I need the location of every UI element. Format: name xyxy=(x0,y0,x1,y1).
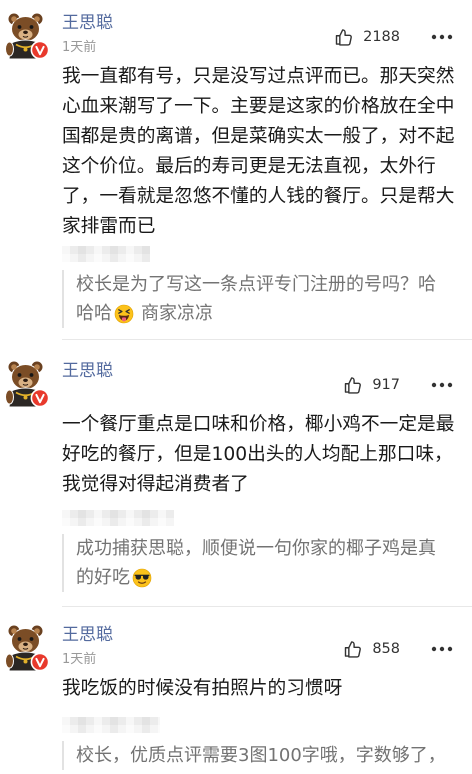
comment-text-line: 家排雷而已 xyxy=(62,216,156,237)
author-name[interactable]: 王思聪 xyxy=(62,11,113,35)
comment-text-line: 国都是贵的离谱，但是菜确实太一般了，对不起 xyxy=(62,126,455,147)
thumbs-up-icon xyxy=(334,27,354,47)
reply-preview[interactable]: 校长是为了写这一条点评专门注册的号吗？哈 哈哈 商家凉凉 xyxy=(62,270,467,328)
avatar[interactable] xyxy=(3,358,51,408)
like-button[interactable]: 917 xyxy=(343,374,400,396)
like-count: 2188 xyxy=(363,29,400,45)
redacted-username[interactable] xyxy=(62,246,150,262)
comment-text-line: 我觉得对得起消费者了 xyxy=(62,474,249,495)
redacted-username[interactable] xyxy=(62,717,160,733)
comment-text-line: 我吃饭的时候没有拍照片的习惯呀 xyxy=(62,678,343,699)
like-button[interactable]: 2188 xyxy=(334,26,400,48)
reply-text-segment: 哈哈 xyxy=(76,303,112,324)
reply-text-line: 成功捕获思聪，顺便说一句你家的椰子鸡是真 xyxy=(76,538,436,559)
avatar[interactable] xyxy=(3,10,51,60)
comment-divider xyxy=(62,606,472,607)
comment-divider xyxy=(62,339,472,340)
comment-text-line: 心血来潮写了一下。主要是这家的价格放在全中 xyxy=(62,96,455,117)
reply-text-segment: 的好吃 xyxy=(76,567,130,588)
comment-text[interactable]: 我吃饭的时候没有拍照片的习惯呀 xyxy=(62,674,467,704)
thumbs-up-icon xyxy=(343,639,363,659)
verified-badge-icon xyxy=(30,40,50,60)
comment-text[interactable]: 一个餐厅重点是口味和价格，椰小鸡不一定是最 好吃的餐厅，但是100出头的人均配上… xyxy=(62,410,467,500)
comment-time: 1天前 xyxy=(62,40,97,55)
thumbs-up-icon xyxy=(343,375,363,395)
comment-time: 1天前 xyxy=(62,652,97,667)
avatar[interactable] xyxy=(3,622,51,672)
comment-content: 我一直都有号，只是没写过点评而已。那天突然 心血来潮写了一下。主要是这家的价格放… xyxy=(62,62,467,328)
reply-text-line: 的好吃 xyxy=(76,563,467,592)
comment-text-line: 好吃的餐厅，但是100出头的人均配上那口味， xyxy=(62,444,453,465)
comment-item: 王思聪 917 一个餐厅重点是口味和价格，椰小鸡不一定是最 好吃的餐厅，但是10… xyxy=(0,348,472,606)
redacted-username[interactable] xyxy=(62,510,174,526)
comment-content: 一个餐厅重点是口味和价格，椰小鸡不一定是最 好吃的餐厅，但是100出头的人均配上… xyxy=(62,410,467,592)
comment-text[interactable]: 我一直都有号，只是没写过点评而已。那天突然 心血来潮写了一下。主要是这家的价格放… xyxy=(62,62,467,242)
comment-text-line: 我一直都有号，只是没写过点评而已。那天突然 xyxy=(62,66,455,87)
comment-text-line: 这个价位。最后的寿司更是无法直视，太外行 xyxy=(62,156,436,177)
reply-text-line: 校长，优质点评需要3图100字哦，字数够了， xyxy=(76,745,446,766)
comment-text-line: 了，一看就是忽悠不懂的人钱的餐厅。只是帮大 xyxy=(62,186,455,207)
comment-item: 王思聪 1天前 858 我吃饭的时候没有拍照片的习惯呀 校长，优质点评需要3图1… xyxy=(0,612,472,774)
verified-badge-icon xyxy=(30,652,50,672)
smiling-face-with-sunglasses-emoji-icon xyxy=(132,568,152,587)
verified-badge-icon xyxy=(30,388,50,408)
comment-content: 我吃饭的时候没有拍照片的习惯呀 校长，优质点评需要3图100字哦，字数够了， xyxy=(62,674,467,770)
like-count: 917 xyxy=(372,377,400,393)
more-options-icon[interactable] xyxy=(431,646,453,652)
like-count: 858 xyxy=(372,641,400,657)
author-name[interactable]: 王思聪 xyxy=(62,623,113,647)
more-options-icon[interactable] xyxy=(431,382,453,388)
reply-text-segment: 商家凉凉 xyxy=(141,303,213,324)
comment-list-page: 王思聪 1天前 2188 我一直都有号，只是没写过点评而已。那天突然 心血来潮写… xyxy=(0,0,472,774)
reply-preview[interactable]: 校长，优质点评需要3图100字哦，字数够了， xyxy=(62,741,467,770)
comment-text-line: 一个餐厅重点是口味和价格，椰小鸡不一定是最 xyxy=(62,414,455,435)
more-options-icon[interactable] xyxy=(431,34,453,40)
author-name[interactable]: 王思聪 xyxy=(62,359,113,383)
comment-item: 王思聪 1天前 2188 我一直都有号，只是没写过点评而已。那天突然 心血来潮写… xyxy=(0,0,472,339)
squinting-face-with-tongue-emoji-icon xyxy=(114,304,134,323)
reply-text-line: 校长是为了写这一条点评专门注册的号吗？哈 xyxy=(76,274,436,295)
reply-text-line: 哈哈 商家凉凉 xyxy=(76,299,467,328)
like-button[interactable]: 858 xyxy=(343,638,400,660)
reply-preview[interactable]: 成功捕获思聪，顺便说一句你家的椰子鸡是真 的好吃 xyxy=(62,534,467,592)
